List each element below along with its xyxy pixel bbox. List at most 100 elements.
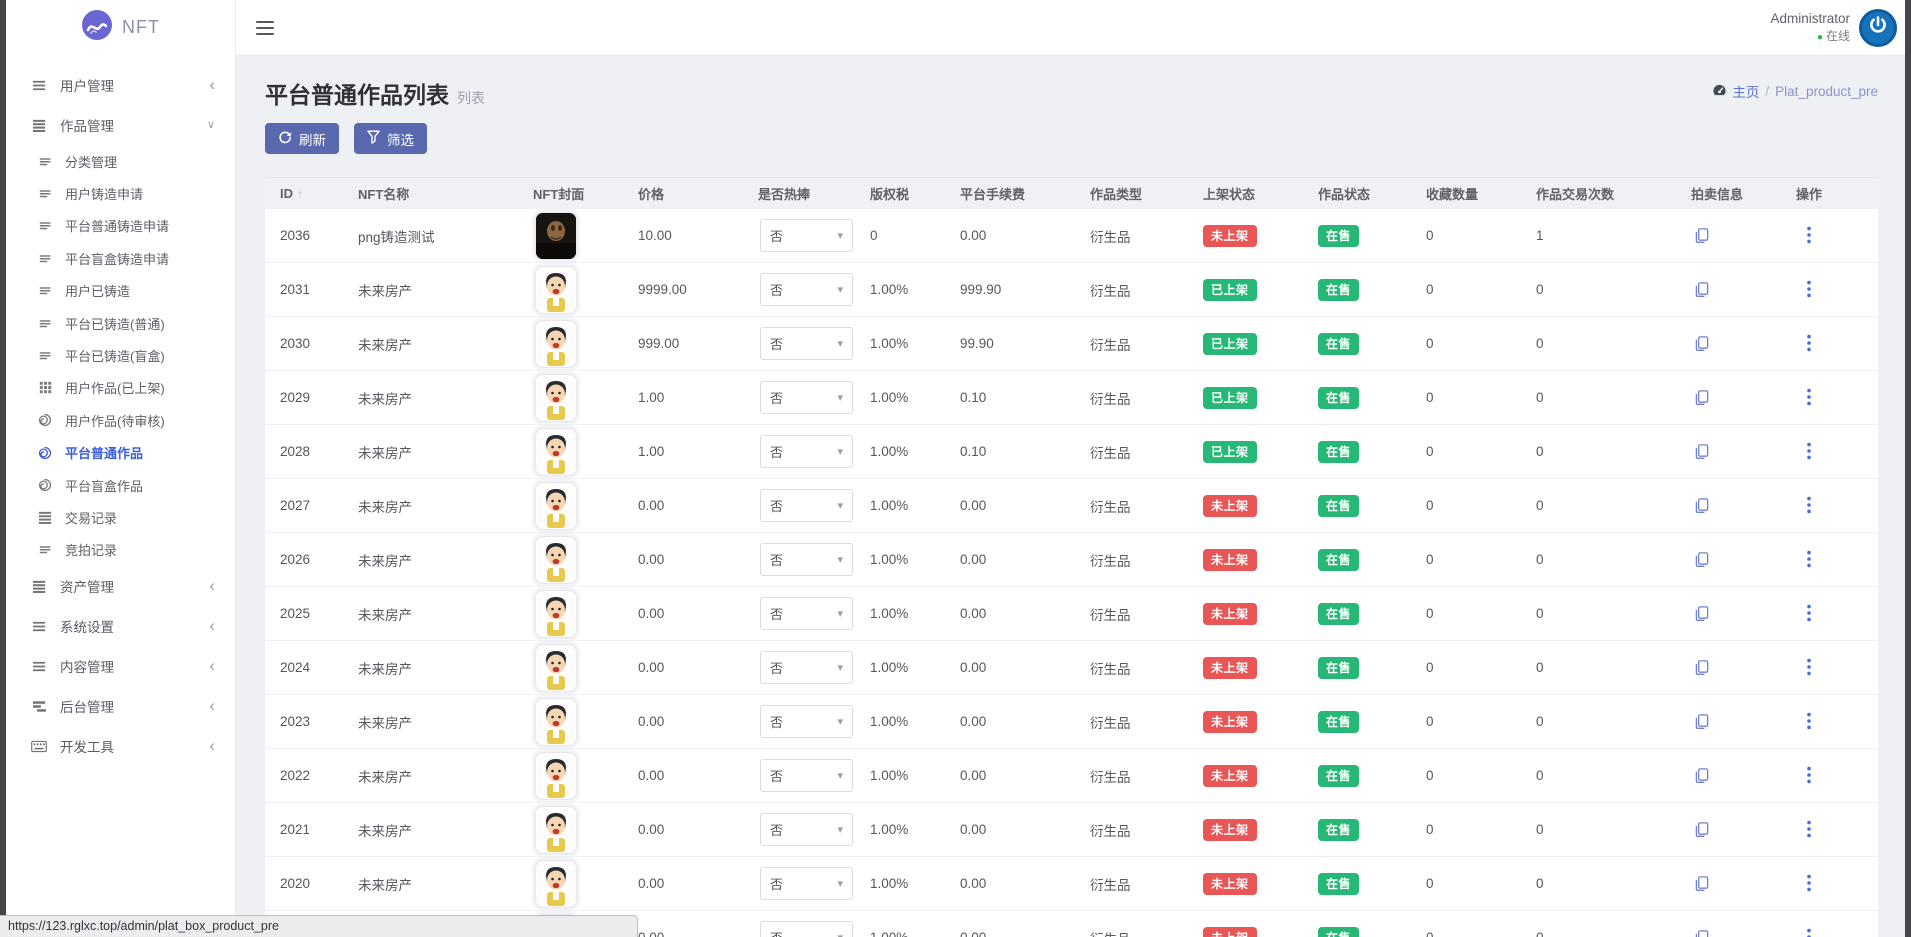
sidebar-item-5[interactable]: 平台普通铸造申请	[6, 210, 235, 242]
hot-select[interactable]: 否▾	[760, 651, 853, 684]
auction-copy-button[interactable]	[1691, 711, 1712, 732]
hot-select[interactable]: 否▾	[760, 813, 853, 846]
hot-select[interactable]: 否▾	[760, 867, 853, 900]
sidebar-item-18[interactable]: 内容管理 ‹	[6, 646, 235, 686]
sidebar-item-3[interactable]: 分类管理	[6, 145, 235, 177]
sidebar-item-13[interactable]: 平台盲盒作品	[6, 469, 235, 501]
sidebar-item-6[interactable]: 平台盲盒铸造申请	[6, 242, 235, 274]
nft-cover-image[interactable]	[535, 805, 577, 854]
hot-select[interactable]: 否▾	[760, 273, 853, 306]
sidebar-item-20[interactable]: 开发工具 ‹	[6, 726, 235, 766]
nft-cover-cell	[518, 640, 623, 695]
row-actions-button[interactable]	[1804, 332, 1814, 354]
row-actions-button[interactable]	[1804, 656, 1814, 678]
shelf-status-cell: 未上架	[1188, 694, 1303, 749]
auction-copy-button[interactable]	[1691, 279, 1712, 300]
breadcrumb-home-link[interactable]: 主页	[1712, 81, 1759, 101]
row-actions-button[interactable]	[1804, 386, 1814, 408]
sidebar-item-2[interactable]: 作品管理 ∨	[6, 105, 235, 145]
column-header-auction: 拍卖信息	[1676, 177, 1781, 209]
product-status-cell: 在售	[1303, 262, 1411, 317]
row-actions-button[interactable]	[1804, 494, 1814, 516]
nft-cover-image[interactable]	[535, 589, 577, 638]
nft-cover-image[interactable]	[535, 697, 577, 746]
hot-select[interactable]: 否▾	[760, 597, 853, 630]
id-value: 2036	[280, 228, 311, 243]
hamburger-icon[interactable]	[256, 20, 274, 35]
auction-copy-button[interactable]	[1691, 657, 1712, 678]
sidebar-item-8[interactable]: 平台已铸造(普通)	[6, 307, 235, 339]
row-actions-button[interactable]	[1804, 710, 1814, 732]
hot-select[interactable]: 否▾	[760, 489, 853, 522]
hot-select[interactable]: 否▾	[760, 435, 853, 468]
type-value: 衍生品	[1090, 769, 1131, 785]
nft-cover-image[interactable]	[535, 319, 577, 368]
nft-cover-image[interactable]	[535, 481, 577, 530]
nft-cover-image[interactable]	[535, 427, 577, 476]
nft-cover-image[interactable]	[535, 211, 577, 260]
row-actions-button[interactable]	[1804, 548, 1814, 570]
nft-cover-image[interactable]	[535, 643, 577, 692]
nft-cover-image[interactable]	[535, 535, 577, 584]
app-logo[interactable]: NFT	[6, 0, 235, 55]
sidebar-item-19[interactable]: 后台管理 ‹	[6, 686, 235, 726]
product-status-cell: 在售	[1303, 424, 1411, 479]
sidebar-item-17[interactable]: 系统设置 ‹	[6, 606, 235, 646]
auction-copy-button[interactable]	[1691, 603, 1712, 624]
auction-copy-button[interactable]	[1691, 225, 1712, 246]
auction-copy-button[interactable]	[1691, 441, 1712, 462]
sidebar-item-12[interactable]: 平台普通作品	[6, 437, 235, 469]
auction-copy-button[interactable]	[1691, 927, 1712, 937]
nft-cover-image[interactable]	[535, 751, 577, 800]
hot-select[interactable]: 否▾	[760, 543, 853, 576]
row-actions-button[interactable]	[1804, 440, 1814, 462]
row-actions-button[interactable]	[1804, 764, 1814, 786]
product-status-badge: 在售	[1318, 386, 1360, 409]
row-actions-button[interactable]	[1804, 278, 1814, 300]
type-value: 衍生品	[1090, 445, 1131, 461]
sidebar-item-9[interactable]: 平台已铸造(盲盒)	[6, 339, 235, 371]
admin-avatar[interactable]	[1859, 8, 1897, 47]
sidebar-item-10[interactable]: 用户作品(已上架)	[6, 372, 235, 404]
fee-value: 0.00	[960, 606, 987, 621]
filter-button[interactable]: 筛选	[354, 123, 427, 154]
hot-select[interactable]: 否▾	[760, 219, 853, 252]
hot-select[interactable]: 否▾	[760, 759, 853, 792]
sidebar-item-1[interactable]: 用户管理 ‹	[6, 65, 235, 105]
sidebar-item-11[interactable]: 用户作品(待审核)	[6, 404, 235, 436]
auction-copy-button[interactable]	[1691, 765, 1712, 786]
breadcrumb-current[interactable]: Plat_product_pre	[1775, 84, 1878, 99]
auction-copy-button[interactable]	[1691, 495, 1712, 516]
auction-copy-button[interactable]	[1691, 549, 1712, 570]
nft-cover-image[interactable]	[535, 859, 577, 908]
auction-copy-button[interactable]	[1691, 819, 1712, 840]
column-header-id[interactable]: ID ↑	[265, 177, 343, 209]
refresh-button[interactable]: 刷新	[265, 123, 339, 154]
spiral-icon	[37, 413, 53, 427]
hot-select[interactable]: 否▾	[760, 921, 853, 937]
sidebar-item-15[interactable]: 竞拍记录	[6, 534, 235, 566]
nft-cover-image[interactable]	[535, 373, 577, 422]
row-actions-button[interactable]	[1804, 872, 1814, 894]
name-value: 未来房产	[358, 391, 412, 407]
hot-select[interactable]: 否▾	[760, 381, 853, 414]
hot-select[interactable]: 否▾	[760, 705, 853, 738]
row-actions-button[interactable]	[1804, 602, 1814, 624]
sidebar-item-16[interactable]: 资产管理 ‹	[6, 566, 235, 606]
auction-copy-button[interactable]	[1691, 333, 1712, 354]
nft-cover-image[interactable]	[535, 265, 577, 314]
collect-count-cell: 0	[1411, 478, 1521, 533]
table-row: 2027 未来房产 0.00 否 ▾ 1.00% 0.00 衍生品 未上架 在售 0 0	[265, 478, 1878, 533]
sidebar-item-7[interactable]: 用户已铸造	[6, 275, 235, 307]
sort-up-icon[interactable]: ↑	[297, 187, 303, 201]
row-actions-button[interactable]	[1804, 224, 1814, 246]
auction-copy-button[interactable]	[1691, 873, 1712, 894]
hot-select[interactable]: 否▾	[760, 327, 853, 360]
tax-value: 1.00%	[870, 768, 909, 783]
auction-copy-button[interactable]	[1691, 387, 1712, 408]
row-actions-button[interactable]	[1804, 818, 1814, 840]
sidebar-item-14[interactable]: 交易记录	[6, 501, 235, 533]
type-cell: 衍生品	[1075, 370, 1188, 425]
sidebar-item-4[interactable]: 用户铸造申请	[6, 177, 235, 209]
row-actions-button[interactable]	[1804, 926, 1814, 937]
